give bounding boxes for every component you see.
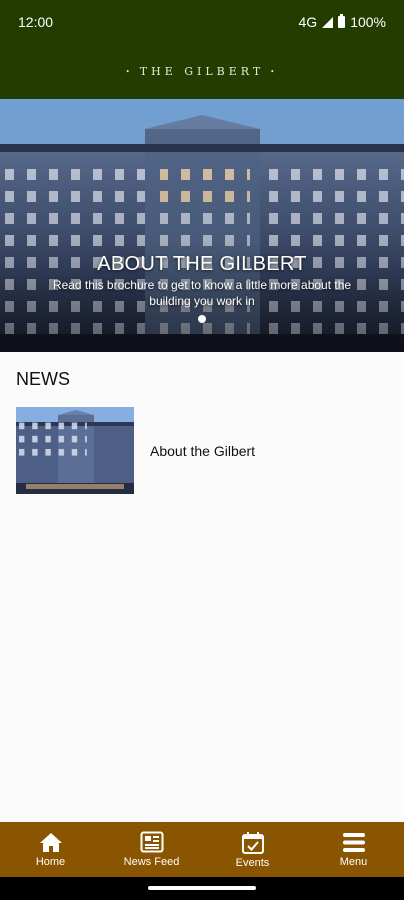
nav-events[interactable]: Events xyxy=(202,822,303,877)
logo-dot-right: • xyxy=(270,67,279,76)
calendar-icon xyxy=(241,831,264,854)
hero-title: ABOUT THE GILBERT xyxy=(97,253,307,275)
app-header: • THE GILBERT • xyxy=(0,44,404,99)
nav-home-label: Home xyxy=(35,855,66,868)
hero-carousel[interactable]: ABOUT THE GILBERT Read this brochure to … xyxy=(0,99,404,352)
logo: • THE GILBERT • xyxy=(126,65,279,78)
signal-icon xyxy=(322,16,334,28)
nav-menu[interactable]: Menu xyxy=(303,822,404,877)
battery-level: 100% xyxy=(350,14,386,30)
hamburger-menu-icon xyxy=(342,832,365,852)
news-item-title: About the Gilbert xyxy=(150,442,256,459)
network-type: 4G xyxy=(298,14,318,30)
status-indicators: 4G 100% xyxy=(298,14,386,30)
news-list-item[interactable]: About the Gilbert xyxy=(16,407,388,494)
logo-text: THE GILBERT xyxy=(139,65,265,78)
nav-news-feed-label: News Feed xyxy=(123,856,180,868)
nav-events-label: Events xyxy=(235,856,270,869)
news-thumbnail xyxy=(16,407,134,494)
status-bar: 12:00 4G 100% xyxy=(0,0,404,44)
bottom-navigation: Home News Feed Events Menu xyxy=(0,822,404,877)
home-icon xyxy=(39,832,62,852)
nav-home[interactable]: Home xyxy=(0,822,101,877)
system-navigation-bar xyxy=(0,877,404,900)
hero-subtitle: Read this brochure to get to know a litt… xyxy=(52,278,352,308)
newspaper-icon xyxy=(140,831,163,853)
gesture-handle[interactable] xyxy=(148,886,256,890)
status-time: 12:00 xyxy=(18,14,54,30)
nav-news-feed[interactable]: News Feed xyxy=(101,822,202,877)
carousel-indicator-dot[interactable] xyxy=(198,315,206,323)
news-heading: NEWS xyxy=(16,369,70,389)
logo-dot-left: • xyxy=(125,67,134,76)
battery-icon xyxy=(338,14,346,28)
nav-menu-label: Menu xyxy=(339,855,368,868)
